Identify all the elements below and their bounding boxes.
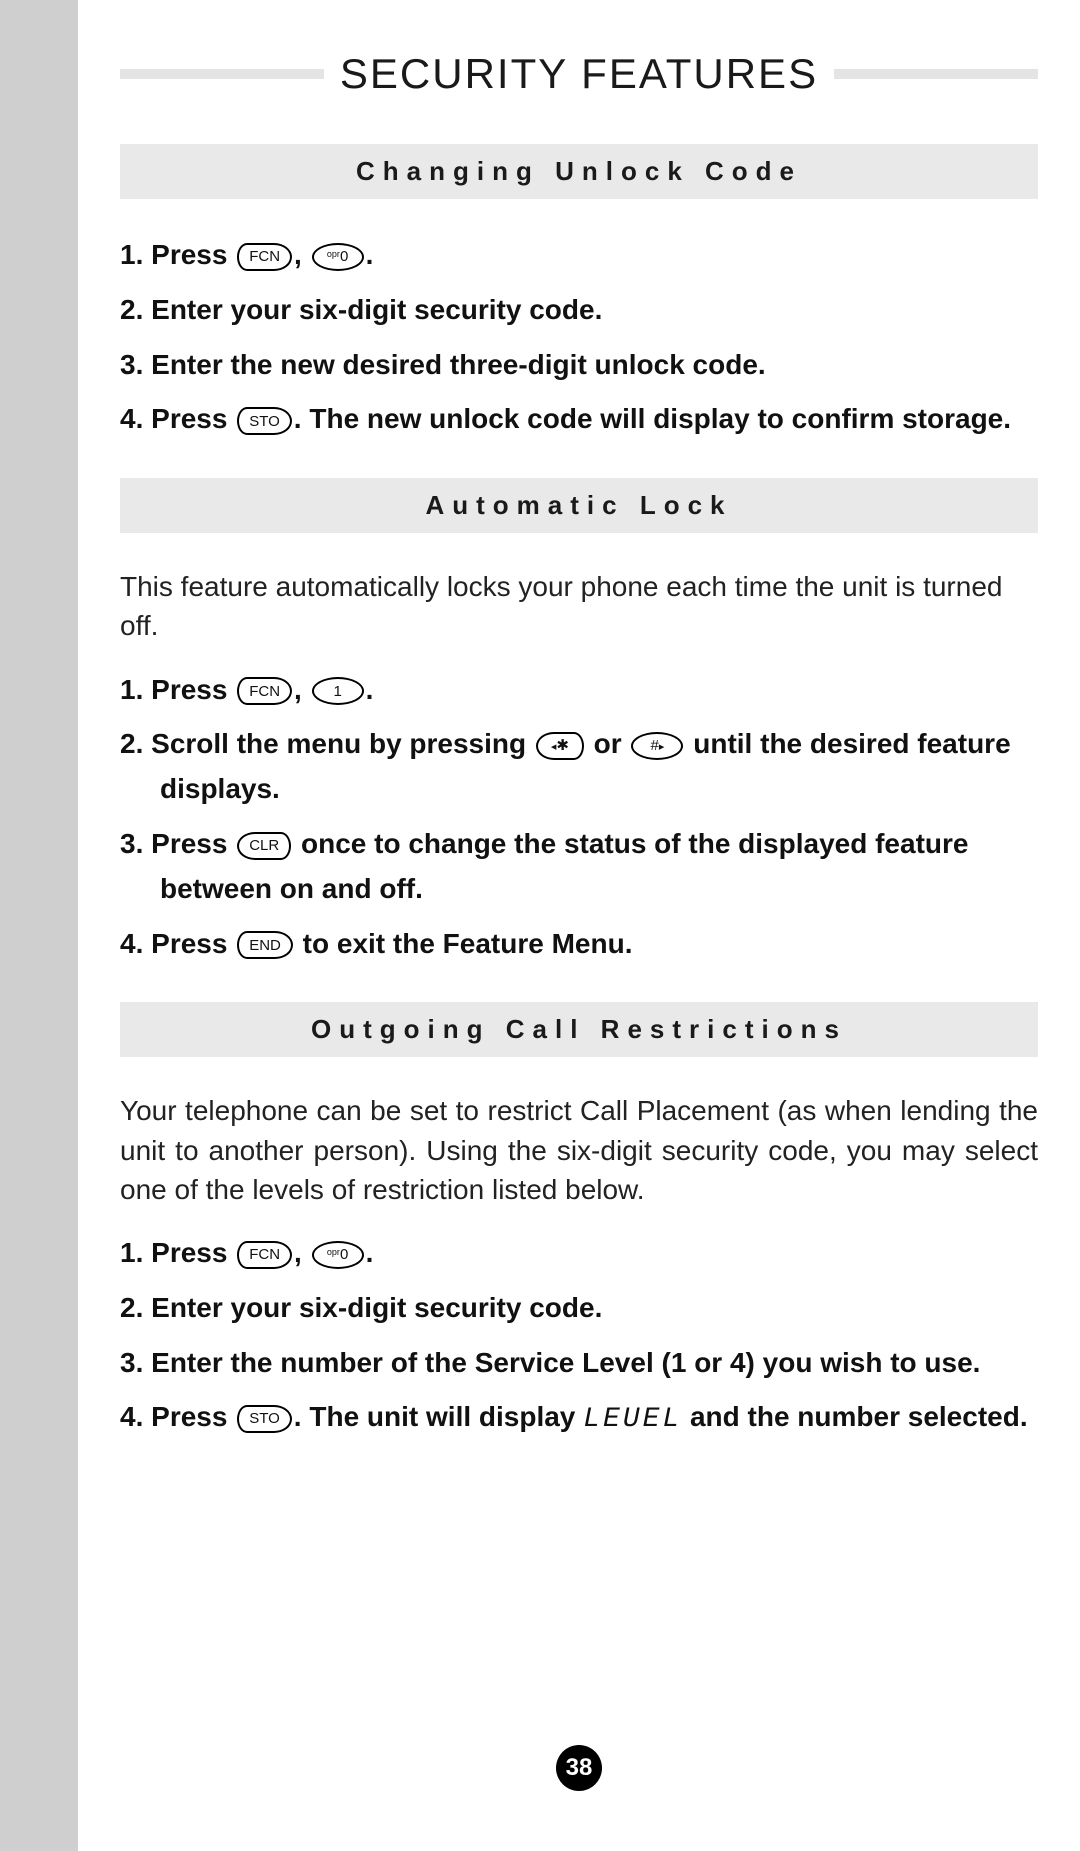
step-item: Press END to exit the Feature Menu. bbox=[120, 922, 1038, 967]
key-zero-icon: opr0 bbox=[312, 243, 364, 271]
key-star-icon: ✱ bbox=[536, 732, 584, 760]
step-item: Press FCN, opr0. bbox=[120, 1231, 1038, 1276]
title-rule-left bbox=[120, 69, 324, 79]
step-item: Enter the new desired three-digit unlock… bbox=[120, 343, 1038, 388]
step-text: to exit the Feature Menu. bbox=[295, 928, 633, 959]
step-item: Press FCN, opr0. bbox=[120, 233, 1038, 278]
section-heading-changing: Changing Unlock Code bbox=[120, 144, 1038, 199]
step-text: Press bbox=[151, 1237, 235, 1268]
page-title: SECURITY FEATURES bbox=[340, 50, 818, 98]
step-text: , bbox=[294, 674, 310, 705]
step-item: Press STO. The new unlock code will disp… bbox=[120, 397, 1038, 442]
step-item: Press STO. The unit will display LEUEL a… bbox=[120, 1395, 1038, 1443]
section-heading-outgoing: Outgoing Call Restrictions bbox=[120, 1002, 1038, 1057]
page-number-badge: 38 bbox=[556, 1745, 602, 1791]
step-text: . The unit will display bbox=[294, 1401, 583, 1432]
step-text: Press bbox=[151, 674, 235, 705]
section-heading-auto: Automatic Lock bbox=[120, 478, 1038, 533]
key-fcn-icon: FCN bbox=[237, 243, 292, 271]
step-text: or bbox=[586, 728, 630, 759]
step-text: . bbox=[366, 239, 374, 270]
step-text: . The new unlock code will display to co… bbox=[294, 403, 1011, 434]
step-text: Press bbox=[151, 403, 235, 434]
title-row: SECURITY FEATURES bbox=[120, 50, 1038, 98]
step-item: Scroll the menu by pressing ✱ or # until… bbox=[120, 722, 1038, 812]
steps-changing: Press FCN, opr0. Enter your six-digit se… bbox=[120, 233, 1038, 442]
step-item: Enter your six-digit security code. bbox=[120, 1286, 1038, 1331]
key-sto-icon: STO bbox=[237, 1405, 292, 1433]
step-item: Press FCN, 1. bbox=[120, 668, 1038, 713]
key-clr-icon: CLR bbox=[237, 832, 291, 860]
key-end-icon: END bbox=[237, 931, 293, 959]
step-text: Press bbox=[151, 928, 235, 959]
step-text: Press bbox=[151, 1401, 235, 1432]
step-item: Enter your six-digit security code. bbox=[120, 288, 1038, 333]
key-fcn-icon: FCN bbox=[237, 1241, 292, 1269]
left-margin-bar bbox=[0, 0, 78, 1851]
step-text: . bbox=[366, 1237, 374, 1268]
step-text: Press bbox=[151, 239, 235, 270]
section-intro-auto: This feature automatically locks your ph… bbox=[120, 567, 1038, 645]
key-sto-icon: STO bbox=[237, 407, 292, 435]
step-item: Enter the number of the Service Level (1… bbox=[120, 1341, 1038, 1386]
key-one-icon: 1 bbox=[312, 677, 364, 705]
key-fcn-icon: FCN bbox=[237, 677, 292, 705]
title-rule-right bbox=[834, 69, 1038, 79]
step-text: , bbox=[294, 1237, 310, 1268]
key-hash-icon: # bbox=[631, 732, 683, 760]
step-text: Press bbox=[151, 828, 235, 859]
step-item: Press CLR once to change the status of t… bbox=[120, 822, 1038, 912]
key-zero-icon: opr0 bbox=[312, 1241, 364, 1269]
step-text: . bbox=[366, 674, 374, 705]
step-text: , bbox=[294, 239, 310, 270]
section-intro-outgoing: Your telephone can be set to restrict Ca… bbox=[120, 1091, 1038, 1209]
steps-auto: Press FCN, 1. Scroll the menu by pressin… bbox=[120, 668, 1038, 967]
step-text: Scroll the menu by pressing bbox=[151, 728, 534, 759]
steps-outgoing: Press FCN, opr0. Enter your six-digit se… bbox=[120, 1231, 1038, 1443]
page-content: SECURITY FEATURES Changing Unlock Code P… bbox=[78, 0, 1080, 1851]
lcd-text: LEUEL bbox=[583, 1404, 682, 1435]
step-text: and the number selected. bbox=[682, 1401, 1027, 1432]
